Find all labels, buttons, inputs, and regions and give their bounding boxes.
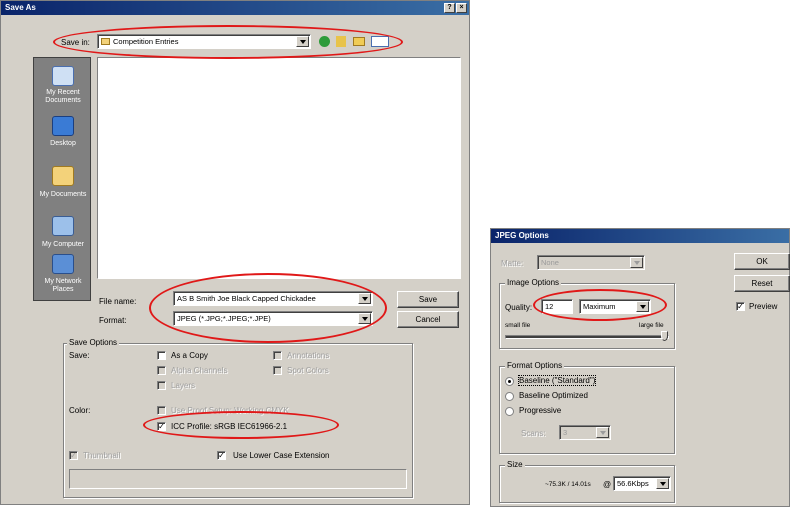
format-options-title: Format Options — [505, 361, 565, 370]
layers-label: Layers — [171, 381, 196, 390]
file-name-label: File name: — [99, 297, 137, 306]
save-as-title: Save As — [5, 3, 36, 12]
quality-chevron-down-icon[interactable] — [636, 301, 649, 312]
lower-case-extension-checkbox[interactable]: ✓ — [217, 451, 226, 460]
save-as-titlebar: Save As ? × — [1, 1, 469, 15]
file-name-input[interactable]: AS B Smith Joe Black Capped Chickadee — [173, 291, 373, 306]
up-folder-icon[interactable] — [336, 36, 346, 47]
place-recent-documents[interactable]: My Recent Documents — [34, 89, 92, 105]
quality-preset-dropdown[interactable]: Maximum — [579, 299, 651, 314]
color-label: Color: — [69, 406, 91, 415]
thumbnail-checkbox: ✓ — [69, 451, 78, 460]
folder-icon — [101, 38, 110, 45]
lower-case-extension-label: Use Lower Case Extension — [233, 451, 330, 460]
quality-label: Quality: — [505, 303, 533, 312]
reset-button[interactable]: Reset — [734, 275, 790, 292]
quality-preset-value: Maximum — [583, 302, 616, 311]
scans-chevron-down-icon — [596, 427, 609, 438]
scans-dropdown: 3 — [559, 425, 611, 440]
icc-profile-label: ICC Profile: sRGB IEC61966-2.1 — [171, 422, 288, 431]
save-in-dropdown[interactable]: Competition Entries — [97, 34, 311, 49]
annotation-oval-file-name — [149, 273, 387, 343]
message-area — [69, 469, 407, 489]
scans-value: 3 — [563, 428, 568, 437]
quality-input[interactable]: 12 — [541, 299, 573, 314]
back-icon[interactable] — [319, 36, 330, 47]
icc-profile-checkbox[interactable]: ✓ — [157, 422, 166, 431]
baseline-optimized-radio[interactable] — [505, 392, 514, 401]
jpeg-options-titlebar: JPEG Options — [491, 229, 789, 243]
help-button[interactable]: ? — [444, 3, 455, 13]
speed-value: 56.6Kbps — [617, 479, 649, 488]
recent-documents-icon[interactable] — [52, 66, 74, 86]
quality-slider-thumb[interactable] — [661, 331, 668, 341]
use-proof-setup-label: Use Proof Setup: Working CMYK — [171, 406, 289, 415]
speed-chevron-down-icon[interactable] — [656, 478, 669, 489]
scans-label: Scans: — [521, 429, 546, 438]
progressive-label: Progressive — [519, 406, 562, 415]
place-desktop[interactable]: Desktop — [34, 140, 92, 148]
jpeg-options-title: JPEG Options — [495, 231, 549, 240]
places-bar: My Recent Documents Desktop My Documents… — [33, 57, 91, 301]
format-chevron-down-icon[interactable] — [358, 313, 371, 324]
use-proof-setup-checkbox — [157, 406, 166, 415]
file-name-value: AS B Smith Joe Black Capped Chickadee — [177, 294, 316, 303]
my-computer-icon[interactable] — [52, 216, 74, 236]
baseline-optimized-label: Baseline Optimized — [519, 391, 588, 400]
alpha-channels-checkbox — [157, 366, 166, 375]
format-dropdown[interactable]: JPEG (*.JPG;*.JPEG;*.JPE) — [173, 311, 373, 326]
progressive-radio[interactable] — [505, 407, 514, 416]
network-places-icon[interactable] — [52, 254, 74, 274]
matte-dropdown: None — [537, 255, 645, 270]
size-title: Size — [505, 460, 525, 469]
ok-button[interactable]: OK — [734, 253, 790, 270]
desktop-icon[interactable] — [52, 116, 74, 136]
place-network-places[interactable]: My Network Places — [34, 278, 92, 294]
as-a-copy-label: As a Copy — [171, 351, 208, 360]
save-label: Save: — [69, 351, 90, 360]
small-file-label: small file — [505, 322, 531, 329]
size-at-label: @ — [603, 480, 612, 489]
image-options-group — [499, 283, 675, 349]
close-button[interactable]: × — [456, 3, 467, 13]
quality-slider-track[interactable] — [505, 335, 669, 339]
baseline-standard-radio[interactable] — [505, 377, 514, 386]
save-in-label: Save in: — [61, 38, 90, 47]
new-folder-icon[interactable] — [353, 37, 365, 46]
preview-label: Preview — [749, 302, 778, 311]
my-documents-icon[interactable] — [52, 166, 74, 186]
place-my-computer[interactable]: My Computer — [34, 241, 92, 249]
matte-label: Matte: — [501, 259, 524, 268]
image-options-title: Image Options — [505, 278, 562, 287]
annotations-checkbox — [273, 351, 282, 360]
preview-checkbox[interactable]: ✓ — [736, 302, 745, 311]
matte-chevron-down-icon — [630, 257, 643, 268]
cancel-button[interactable]: Cancel — [397, 311, 459, 328]
save-in-value: Competition Entries — [113, 37, 179, 46]
save-button[interactable]: Save — [397, 291, 459, 308]
quality-slider-fill — [506, 336, 668, 338]
spot-colors-label: Spot Colors — [287, 366, 329, 375]
matte-value: None — [541, 258, 559, 267]
thumbnail-label: Thumbnail — [83, 451, 121, 460]
as-a-copy-checkbox[interactable] — [157, 351, 166, 360]
spot-colors-checkbox — [273, 366, 282, 375]
save-options-title: Save Options — [67, 338, 120, 347]
file-name-dropdown-icon[interactable] — [358, 293, 371, 304]
views-menu-icon[interactable] — [371, 36, 389, 47]
chevron-down-icon[interactable] — [296, 36, 309, 47]
place-my-documents[interactable]: My Documents — [34, 191, 92, 199]
format-value: JPEG (*.JPG;*.JPEG;*.JPE) — [177, 314, 271, 323]
format-label: Format: — [99, 316, 127, 325]
layers-checkbox — [157, 381, 166, 390]
large-file-label: large file — [639, 322, 664, 329]
size-estimate: ~75.3K / 14.01s — [545, 481, 591, 488]
file-list[interactable] — [97, 57, 461, 279]
baseline-standard-label: Baseline ("Standard") — [517, 375, 597, 386]
speed-dropdown[interactable]: 56.6Kbps — [613, 476, 671, 491]
annotations-label: Annotations — [287, 351, 330, 360]
alpha-channels-label: Alpha Channels — [171, 366, 228, 375]
jpeg-options-dialog: JPEG Options Matte: None OK Reset ✓ Prev… — [490, 228, 790, 507]
save-as-dialog: Save As ? × Save in: Competition Entries… — [0, 0, 470, 505]
